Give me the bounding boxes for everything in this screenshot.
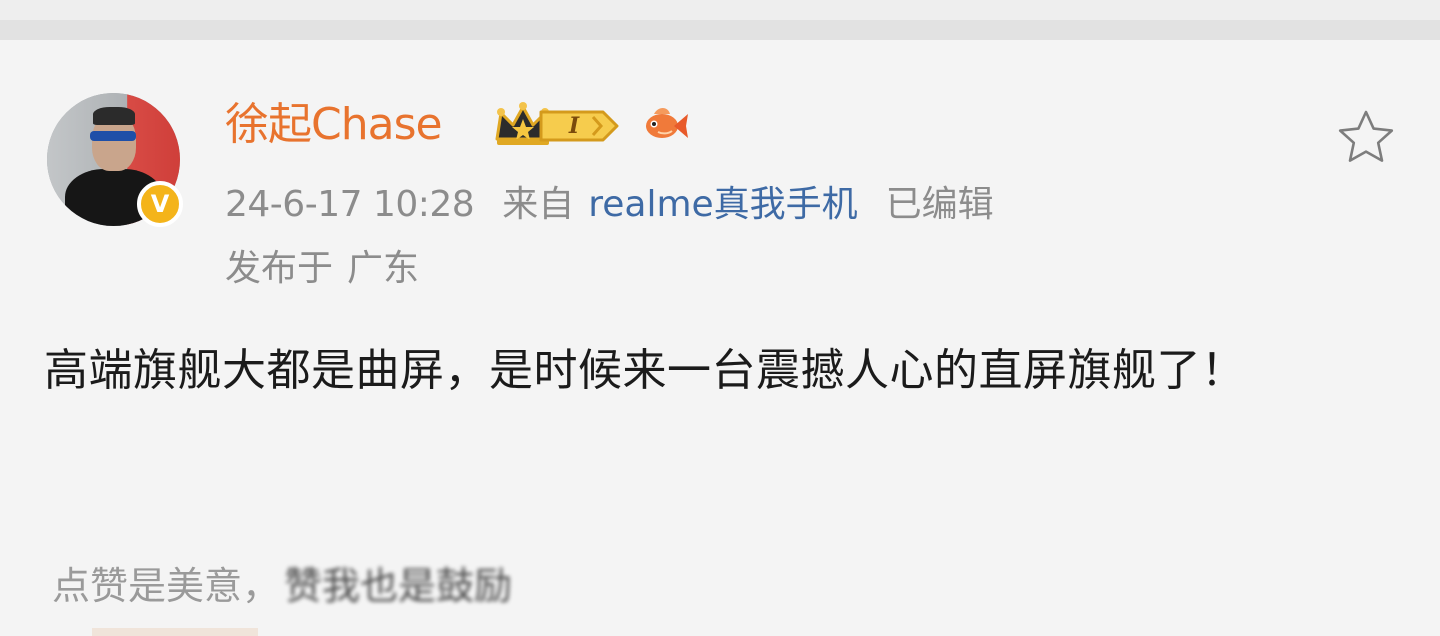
like-hint-text: 点赞是美意，: [52, 564, 281, 608]
star-outline-icon[interactable]: [1336, 108, 1396, 166]
location-prefix: 发布于: [225, 248, 334, 289]
top-divider: [0, 20, 1440, 40]
post-timestamp: 24-6-17 10:28: [225, 184, 475, 225]
fish-icon: [646, 108, 688, 138]
location-value: 广东: [347, 248, 420, 289]
member-level-badge[interactable]: I: [491, 101, 625, 149]
avatar-glasses: [90, 131, 136, 141]
post-meta: 24-6-17 10:28 来自 realme真我手机 已编辑: [225, 178, 994, 232]
edited-label: 已编辑: [885, 184, 994, 225]
source-prefix: 来自: [502, 184, 575, 225]
post-text: 高端旗舰大都是曲屏，是时候来一台震撼人心的直屏旗舰了！: [44, 345, 1246, 396]
top-band: [0, 0, 1440, 20]
verified-badge-icon: V: [137, 181, 183, 227]
bottom-strip: [92, 628, 258, 636]
like-hint: 点赞是美意， 赞我也是鼓励: [52, 556, 512, 616]
avatar-hair: [93, 107, 135, 125]
like-hint-tail: 赞我也是鼓励: [284, 564, 513, 608]
post-location: 发布于 广东: [225, 242, 419, 296]
level-label: I: [568, 113, 580, 139]
author-name[interactable]: 徐起Chase: [225, 92, 443, 158]
source-app-link[interactable]: realme真我手机: [588, 184, 857, 225]
